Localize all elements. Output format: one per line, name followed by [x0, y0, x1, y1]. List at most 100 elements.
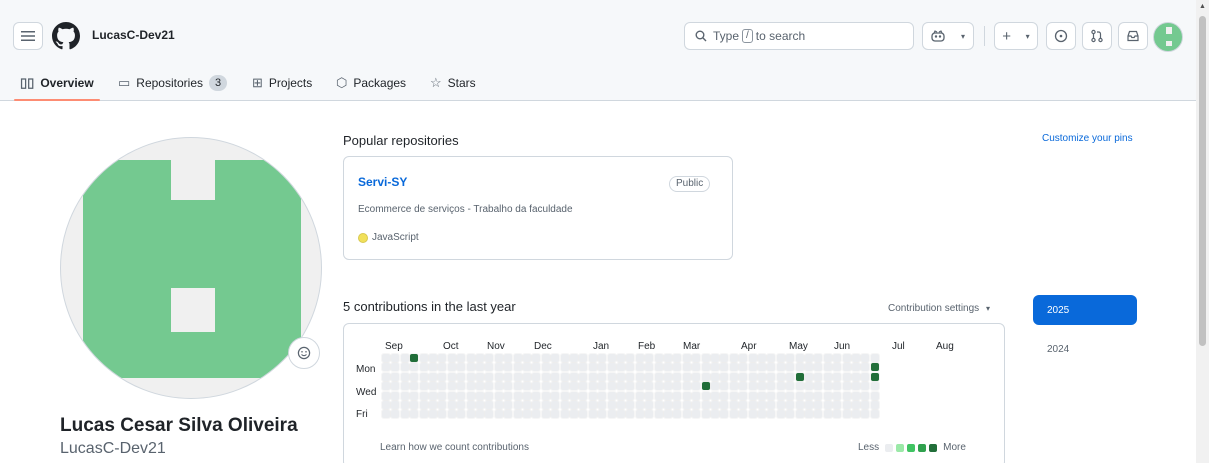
contribution-cell[interactable]: [418, 362, 429, 373]
contribution-cell[interactable]: [550, 381, 561, 392]
contribution-cell[interactable]: [437, 381, 448, 392]
contribution-cell[interactable]: [794, 400, 805, 410]
contribution-cell[interactable]: [832, 371, 843, 382]
contribution-cell[interactable]: [719, 371, 730, 382]
contribution-cell[interactable]: [860, 390, 871, 401]
contribution-cell[interactable]: [578, 390, 589, 401]
contribution-cell[interactable]: [775, 400, 786, 410]
contribution-cell[interactable]: [728, 400, 739, 410]
contribution-cell[interactable]: [710, 362, 720, 373]
contribution-cell[interactable]: [587, 409, 598, 420]
contribution-cell[interactable]: [747, 371, 758, 382]
scroll-thumb[interactable]: [1199, 16, 1206, 346]
contribution-cell[interactable]: [550, 353, 561, 363]
contribution-cell[interactable]: [860, 371, 871, 382]
contribution-cell[interactable]: [597, 371, 608, 382]
tab-projects[interactable]: ⊞ Projects: [252, 64, 312, 101]
contribution-cell[interactable]: [456, 400, 467, 410]
contribution-cell[interactable]: [634, 381, 645, 392]
contribution-cell[interactable]: [578, 409, 589, 420]
contribution-cell[interactable]: [672, 381, 683, 392]
contribution-cell[interactable]: [399, 362, 410, 373]
contribution-cell[interactable]: [512, 409, 523, 420]
contribution-cell[interactable]: [522, 362, 532, 373]
learn-contributions-link[interactable]: Learn how we count contributions: [380, 442, 529, 453]
contribution-cell[interactable]: [381, 409, 391, 420]
contribution-cell[interactable]: [540, 371, 551, 382]
year-2024-button[interactable]: 2024: [1033, 334, 1137, 364]
contribution-cell[interactable]: [775, 390, 786, 401]
contribution-cell[interactable]: [869, 390, 880, 401]
contribution-cell[interactable]: [475, 381, 485, 392]
contribution-cell[interactable]: [672, 400, 683, 410]
contribution-cell[interactable]: [634, 371, 645, 382]
contribution-cell[interactable]: [832, 400, 843, 410]
contribution-cell[interactable]: [559, 390, 570, 401]
contribution-cell[interactable]: [653, 371, 664, 382]
contribution-cell[interactable]: [522, 381, 532, 392]
contribution-cell[interactable]: [738, 353, 749, 363]
contribution-cell[interactable]: [418, 353, 429, 363]
contribution-cell[interactable]: [757, 381, 767, 392]
contribution-cell[interactable]: [785, 362, 796, 373]
contribution-cell[interactable]: [691, 353, 702, 363]
contribution-cell[interactable]: [503, 362, 514, 373]
contribution-cell[interactable]: [841, 381, 852, 392]
contribution-cell[interactable]: [663, 362, 673, 373]
contribution-cell[interactable]: [587, 353, 598, 363]
contribution-cell[interactable]: [710, 353, 720, 363]
contribution-cell[interactable]: [710, 390, 720, 401]
contribution-cell[interactable]: [578, 381, 589, 392]
year-2025-button[interactable]: 2025: [1033, 295, 1137, 325]
contribution-cell[interactable]: [522, 409, 532, 420]
contribution-cell[interactable]: [663, 409, 673, 420]
contribution-cell[interactable]: [700, 409, 711, 420]
contribution-cell[interactable]: [493, 400, 504, 410]
contribution-cell[interactable]: [625, 409, 636, 420]
contribution-cell[interactable]: [456, 390, 467, 401]
contribution-cell[interactable]: [390, 362, 401, 373]
contribution-cell[interactable]: [663, 400, 673, 410]
contribution-cell[interactable]: [550, 371, 561, 382]
contribution-cell[interactable]: [540, 409, 551, 420]
contribution-cell[interactable]: [606, 362, 617, 373]
contribution-cell[interactable]: [841, 400, 852, 410]
contribution-cell[interactable]: [597, 400, 608, 410]
contribution-cell[interactable]: [794, 371, 805, 382]
contribution-cell[interactable]: [794, 409, 805, 420]
customize-pins-link[interactable]: Customize your pins: [1042, 133, 1133, 144]
contribution-cell[interactable]: [381, 371, 391, 382]
contribution-cell[interactable]: [653, 400, 664, 410]
contribution-cell[interactable]: [540, 390, 551, 401]
contribution-cell[interactable]: [616, 400, 626, 410]
contribution-cell[interactable]: [672, 362, 683, 373]
contribution-cell[interactable]: [484, 400, 495, 410]
contribution-cell[interactable]: [841, 390, 852, 401]
contribution-cell[interactable]: [390, 353, 401, 363]
contribution-cell[interactable]: [625, 390, 636, 401]
contribution-cell[interactable]: [757, 362, 767, 373]
contribution-cell[interactable]: [869, 381, 880, 392]
contribution-cell[interactable]: [390, 371, 401, 382]
contribution-cell[interactable]: [418, 400, 429, 410]
contribution-cell[interactable]: [437, 371, 448, 382]
contribution-cell[interactable]: [550, 409, 561, 420]
contribution-cell[interactable]: [456, 381, 467, 392]
contribution-cell[interactable]: [550, 390, 561, 401]
contribution-cell[interactable]: [606, 381, 617, 392]
contribution-cell[interactable]: [851, 381, 861, 392]
contribution-cell[interactable]: [757, 390, 767, 401]
contribution-cell[interactable]: [616, 353, 626, 363]
contribution-cell[interactable]: [700, 381, 711, 392]
contribution-cell[interactable]: [785, 353, 796, 363]
contribution-cell[interactable]: [399, 381, 410, 392]
contribution-cell[interactable]: [728, 390, 739, 401]
contribution-cell[interactable]: [559, 371, 570, 382]
contribution-cell[interactable]: [437, 409, 448, 420]
contribution-cell[interactable]: [503, 381, 514, 392]
pull-requests-button[interactable]: [1082, 22, 1112, 50]
contribution-cell[interactable]: [663, 371, 673, 382]
contribution-cell[interactable]: [681, 362, 692, 373]
contribution-cell[interactable]: [437, 362, 448, 373]
contribution-cell[interactable]: [616, 371, 626, 382]
